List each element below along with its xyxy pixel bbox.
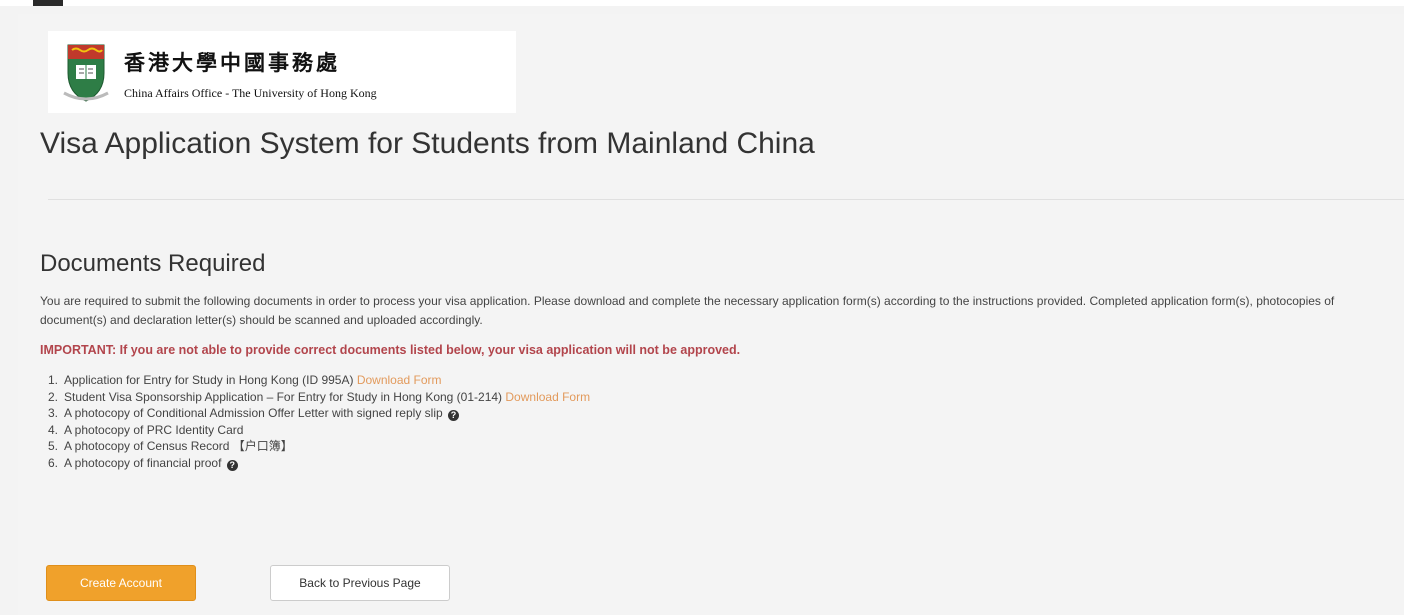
- section-title: Documents Required: [40, 250, 266, 277]
- item-number: 4.: [47, 422, 58, 437]
- divider: [48, 199, 1404, 200]
- back-to-previous-page-button[interactable]: Back to Previous Page: [270, 565, 450, 601]
- documents-list: 1. Application for Entry for Study in Ho…: [40, 372, 590, 471]
- item-text: Application for Entry for Study in Hong …: [64, 373, 354, 387]
- logo-english-text: China Affairs Office - The University of…: [124, 86, 377, 100]
- item-text: A photocopy of PRC Identity Card: [64, 422, 244, 437]
- item-text: A photocopy of financial proof: [64, 455, 222, 470]
- item-text: Student Visa Sponsorship Application – F…: [64, 389, 503, 404]
- question-circle-icon[interactable]: ?: [448, 410, 459, 421]
- top-mark: [33, 0, 63, 6]
- page-title: Visa Application System for Students fro…: [40, 127, 815, 160]
- list-item: 1. Application for Entry for Study in Ho…: [40, 372, 590, 389]
- item-number: 2.: [47, 389, 58, 404]
- intro-text: You are required to submit the following…: [40, 294, 1335, 327]
- list-item: 4. A photocopy of PRC Identity Card: [40, 422, 590, 439]
- important-notice: IMPORTANT: If you are not able to provid…: [40, 343, 741, 357]
- university-crest-icon: [63, 44, 109, 102]
- item-text: A photocopy of Conditional Admission Off…: [64, 406, 443, 420]
- item-text: A photocopy of Census Record 【户口簿】: [64, 439, 293, 453]
- create-account-button[interactable]: Create Account: [46, 565, 196, 601]
- item-number: 3.: [47, 406, 58, 420]
- question-circle-icon[interactable]: ?: [226, 459, 238, 471]
- download-form-link-01-214[interactable]: Download Form: [505, 390, 590, 404]
- item-number: 5.: [47, 439, 58, 453]
- top-strip: [0, 0, 1404, 6]
- list-item: 3. A photocopy of Conditional Admission …: [40, 405, 590, 422]
- item-number: 1.: [47, 373, 58, 387]
- item-number: 6.: [47, 455, 58, 470]
- download-form-link-995a[interactable]: Download Form: [357, 373, 442, 387]
- list-item: 6. A photocopy of financial proof ?: [40, 455, 590, 472]
- main-panel: 香港大學中國事務處 China Affairs Office - The Uni…: [18, 14, 1404, 615]
- list-item: 2. Student Visa Sponsorship Application …: [40, 389, 590, 406]
- logo-chinese-text: 香港大學中國事務處: [124, 50, 340, 75]
- list-item: 5. A photocopy of Census Record 【户口簿】: [40, 438, 590, 455]
- university-logo[interactable]: 香港大學中國事務處 China Affairs Office - The Uni…: [48, 31, 516, 113]
